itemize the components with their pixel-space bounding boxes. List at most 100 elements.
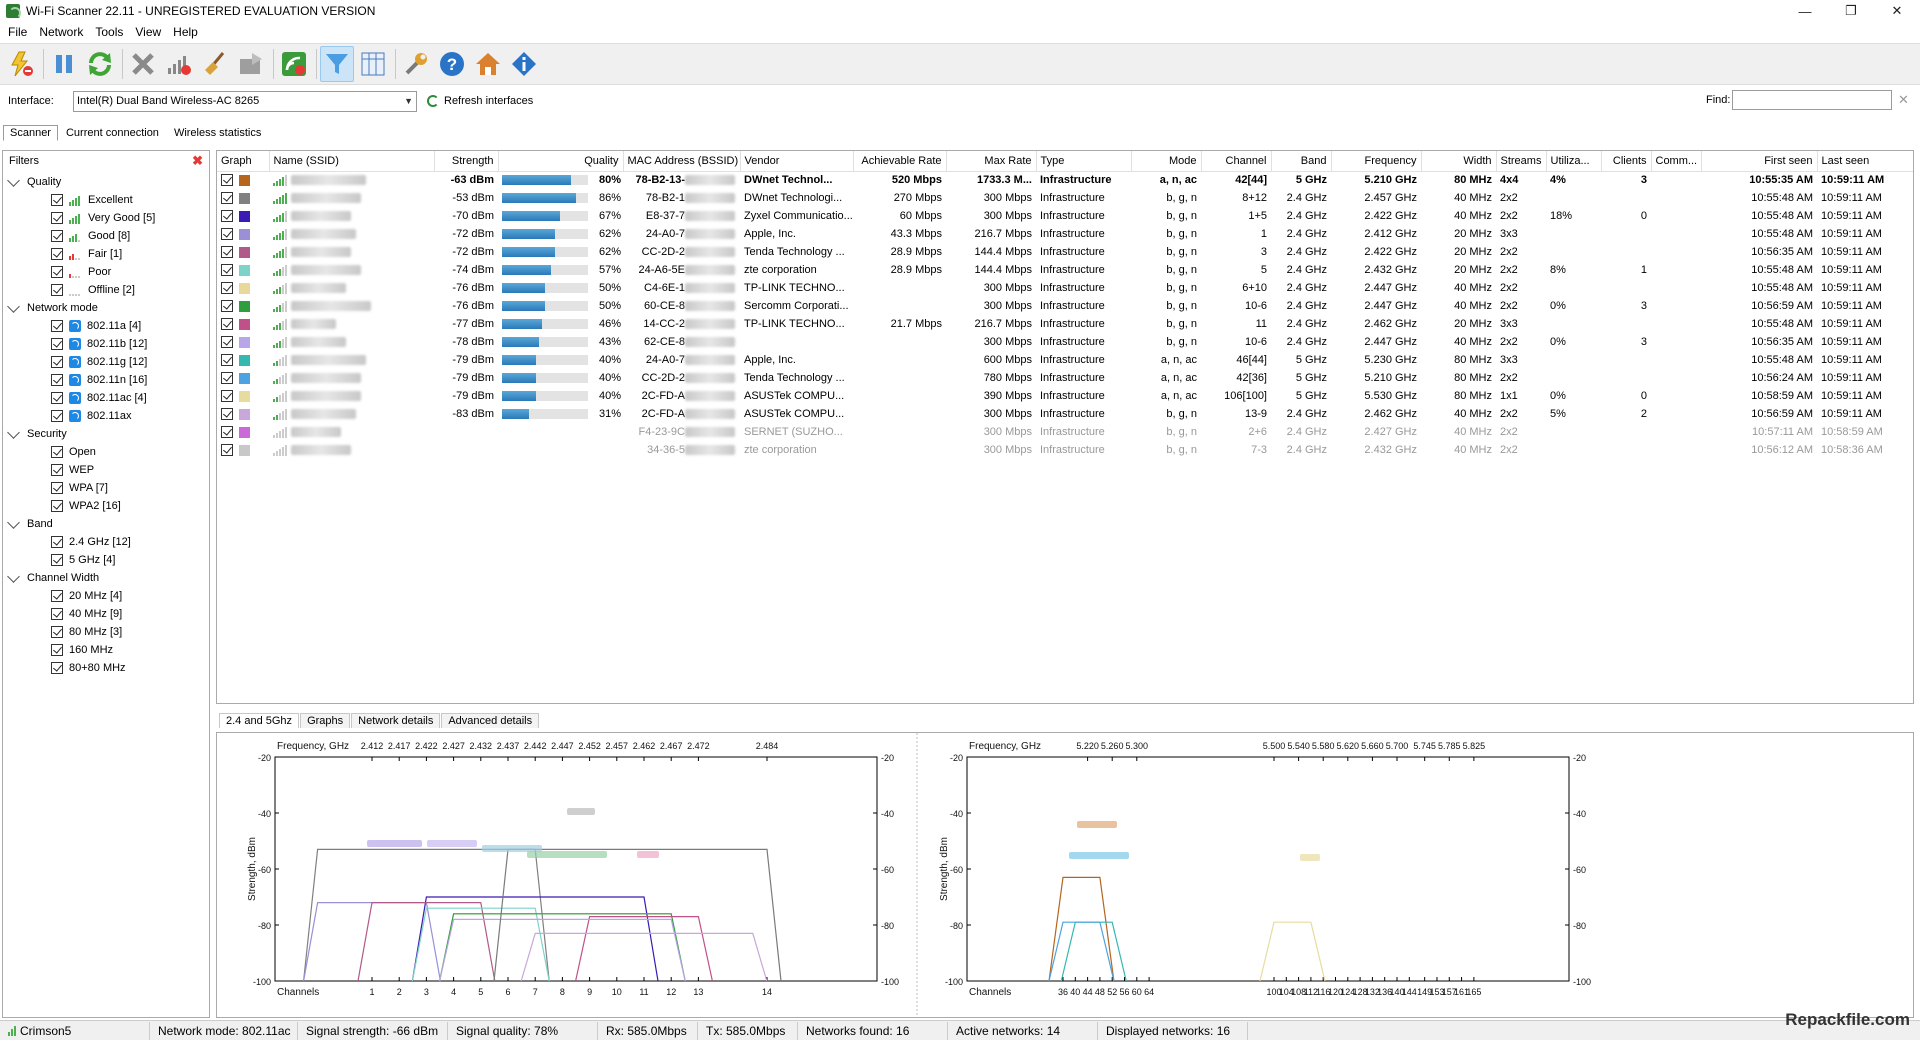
- filter-checkbox[interactable]: [51, 392, 63, 404]
- filter-item[interactable]: Very Good [5]: [51, 209, 155, 227]
- column-header[interactable]: MAC Address (BSSID): [623, 151, 741, 172]
- column-header[interactable]: Graph: [217, 151, 270, 172]
- filter-item[interactable]: 802.11ax: [51, 407, 131, 425]
- table-row[interactable]: -76 dBm 50% C4-6E-1 TP-LINK TECHNO... 300 M…: [217, 279, 1913, 297]
- table-row[interactable]: F4-23-9C SERNET (SUZHO... 300 Mbps Infrastr…: [217, 423, 1913, 441]
- settings-button[interactable]: [399, 46, 433, 82]
- table-row[interactable]: -79 dBm 40% 2C-FD-A ASUSTek COMPU... 390 Mb…: [217, 387, 1913, 405]
- maximize-button[interactable]: ❐: [1828, 0, 1874, 22]
- filter-checkbox[interactable]: [51, 482, 63, 494]
- tab-current-connection[interactable]: Current connection: [59, 125, 166, 141]
- column-header[interactable]: Comm...: [1651, 151, 1702, 172]
- monitor-button[interactable]: [277, 46, 311, 82]
- filter-item[interactable]: 802.11g [12]: [51, 353, 147, 371]
- filter-checkbox[interactable]: [51, 356, 63, 368]
- pause-button[interactable]: [47, 46, 81, 82]
- filter-item[interactable]: Excellent: [51, 191, 133, 209]
- row-checkbox[interactable]: [221, 318, 233, 331]
- row-checkbox[interactable]: [221, 426, 233, 439]
- tab-graphs[interactable]: Graphs: [300, 713, 351, 728]
- table-row[interactable]: -79 dBm 40% 24-A0-7 Apple, Inc. 600 Mbps Inf…: [217, 351, 1913, 369]
- column-header[interactable]: First seen: [1701, 151, 1818, 172]
- row-checkbox[interactable]: [221, 246, 233, 259]
- filter-group-channel-width[interactable]: Channel Width: [3, 569, 99, 587]
- row-checkbox[interactable]: [221, 336, 233, 349]
- filter-checkbox[interactable]: [51, 266, 63, 278]
- row-checkbox[interactable]: [221, 264, 233, 277]
- row-checkbox[interactable]: [221, 228, 233, 241]
- filter-item[interactable]: WEP: [51, 461, 94, 479]
- filter-checkbox[interactable]: [51, 644, 63, 656]
- filter-item[interactable]: 802.11ac [4]: [51, 389, 147, 407]
- filter-item[interactable]: Fair [1]: [51, 245, 122, 263]
- close-button[interactable]: ✕: [1874, 0, 1920, 22]
- column-header[interactable]: Max Rate: [946, 151, 1037, 172]
- filter-checkbox[interactable]: [51, 554, 63, 566]
- tab-24-5ghz[interactable]: 2.4 and 5Ghz: [219, 713, 300, 728]
- menu-help[interactable]: Help: [167, 25, 204, 39]
- filter-item[interactable]: Poor: [51, 263, 111, 281]
- row-checkbox[interactable]: [221, 300, 233, 313]
- filter-checkbox[interactable]: [51, 320, 63, 332]
- export-button[interactable]: [234, 46, 268, 82]
- broom-button[interactable]: [198, 46, 232, 82]
- chevron-down-icon[interactable]: [7, 569, 20, 583]
- table-row[interactable]: -63 dBm 80% 78-B2-13- DWnet Technol... 520 …: [217, 171, 1913, 189]
- filter-item[interactable]: 5 GHz [4]: [51, 551, 115, 569]
- interface-select[interactable]: Intel(R) Dual Band Wireless-AC 8265 ▼: [73, 90, 417, 112]
- column-header[interactable]: Type: [1036, 151, 1132, 172]
- filter-item[interactable]: 802.11n [16]: [51, 371, 147, 389]
- table-row[interactable]: -53 dBm 86% 78-B2-1 DWnet Technologi... 270…: [217, 189, 1913, 207]
- table-row[interactable]: -78 dBm 43% 62-CE-8 300 Mbps Infrastructure…: [217, 333, 1913, 351]
- column-header[interactable]: Quality: [498, 151, 624, 172]
- filter-checkbox[interactable]: [51, 230, 63, 242]
- find-clear-icon[interactable]: ✕: [1898, 92, 1909, 108]
- columns-button[interactable]: [356, 46, 390, 82]
- filter-item[interactable]: 802.11a [4]: [51, 317, 141, 335]
- tab-wireless-statistics[interactable]: Wireless statistics: [167, 125, 268, 141]
- table-row[interactable]: -72 dBm 62% 24-A0-7 Apple, Inc. 43.3 Mbps 21…: [217, 225, 1913, 243]
- filter-item[interactable]: Open: [51, 443, 96, 461]
- minimize-button[interactable]: —: [1782, 0, 1828, 22]
- filter-group-network-mode[interactable]: Network mode: [3, 299, 98, 317]
- filter-button[interactable]: [320, 46, 354, 82]
- row-checkbox[interactable]: [221, 354, 233, 367]
- filter-checkbox[interactable]: [51, 248, 63, 260]
- refresh-button[interactable]: [83, 46, 117, 82]
- filter-checkbox[interactable]: [51, 446, 63, 458]
- help-button[interactable]: ?: [435, 46, 469, 82]
- row-checkbox[interactable]: [221, 282, 233, 295]
- chevron-down-icon[interactable]: [7, 425, 20, 439]
- filter-item[interactable]: 160 MHz: [51, 641, 113, 659]
- table-row[interactable]: -77 dBm 46% 14-CC-2 TP-LINK TECHNO... 21.7 …: [217, 315, 1913, 333]
- row-checkbox[interactable]: [221, 408, 233, 421]
- table-row[interactable]: -83 dBm 31% 2C-FD-A ASUSTek COMPU... 300 Mb…: [217, 405, 1913, 423]
- chevron-down-icon[interactable]: [7, 299, 20, 313]
- filter-checkbox[interactable]: [51, 194, 63, 206]
- filter-item[interactable]: 802.11b [12]: [51, 335, 147, 353]
- filter-checkbox[interactable]: [51, 284, 63, 296]
- home-button[interactable]: [471, 46, 505, 82]
- signal-stop-button[interactable]: [162, 46, 196, 82]
- column-header[interactable]: Strength: [434, 151, 499, 172]
- filter-group-band[interactable]: Band: [3, 515, 53, 533]
- clear-button[interactable]: [126, 46, 160, 82]
- filter-checkbox[interactable]: [51, 464, 63, 476]
- tab-scanner[interactable]: Scanner: [3, 125, 58, 141]
- table-row[interactable]: -74 dBm 57% 24-A6-5E zte corporation 28.9 M…: [217, 261, 1913, 279]
- menu-view[interactable]: View: [129, 25, 167, 39]
- row-checkbox[interactable]: [221, 372, 233, 385]
- menu-file[interactable]: File: [2, 25, 33, 39]
- menu-tools[interactable]: Tools: [89, 25, 129, 39]
- refresh-interfaces-button[interactable]: Refresh interfaces: [427, 95, 533, 107]
- filter-checkbox[interactable]: [51, 608, 63, 620]
- filter-checkbox[interactable]: [51, 374, 63, 386]
- column-header[interactable]: Last seen: [1817, 151, 1913, 172]
- table-row[interactable]: -72 dBm 62% CC-2D-2 Tenda Technology ... 28…: [217, 243, 1913, 261]
- about-button[interactable]: [507, 46, 541, 82]
- filter-item[interactable]: Offline [2]: [51, 281, 135, 299]
- column-header[interactable]: Utiliza...: [1546, 151, 1602, 172]
- filter-item[interactable]: 80 MHz [3]: [51, 623, 122, 641]
- close-filters-icon[interactable]: ✖: [192, 153, 203, 169]
- row-checkbox[interactable]: [221, 390, 233, 403]
